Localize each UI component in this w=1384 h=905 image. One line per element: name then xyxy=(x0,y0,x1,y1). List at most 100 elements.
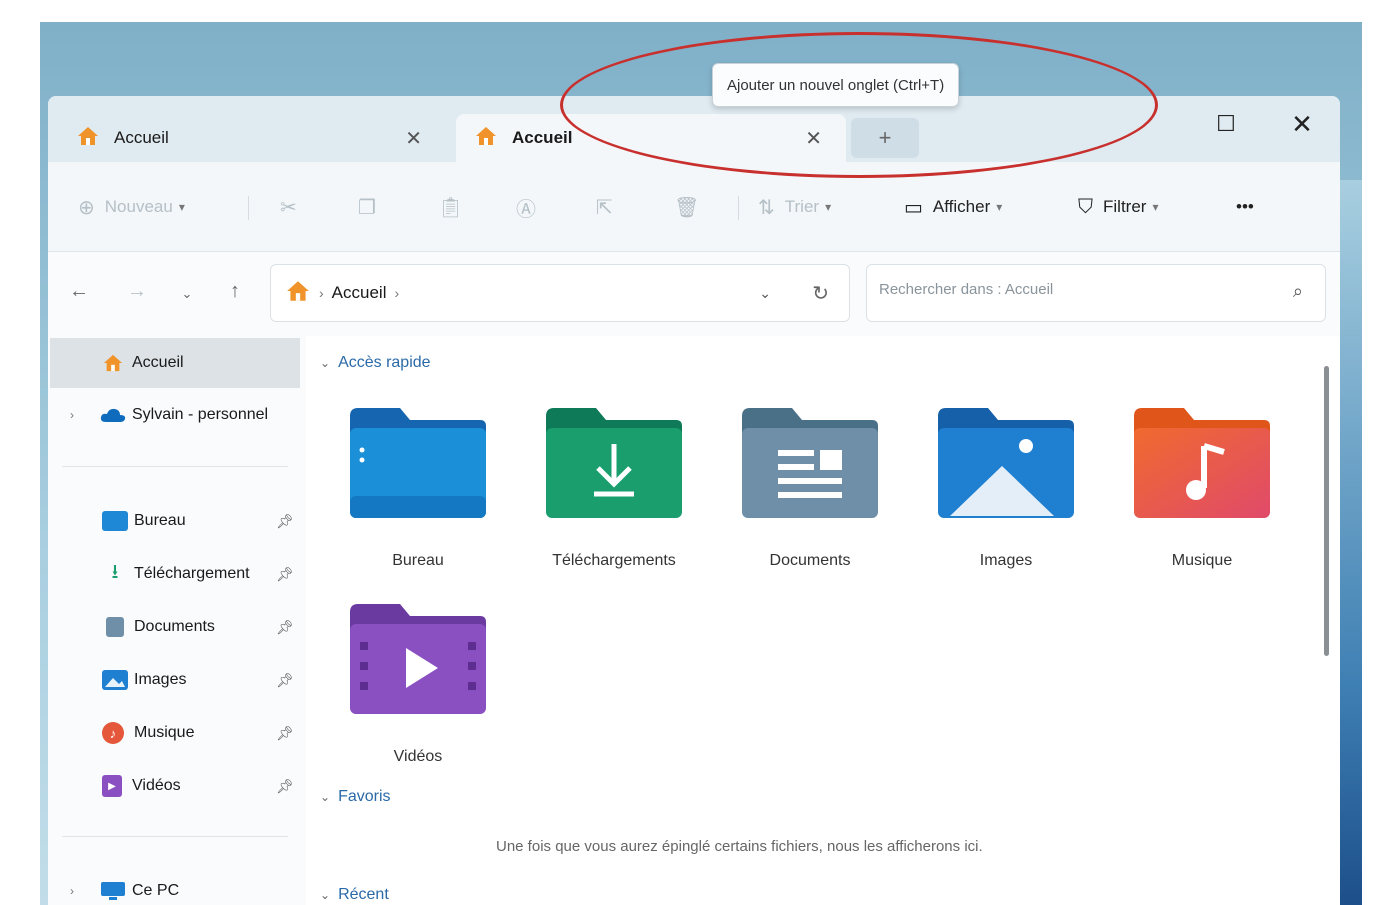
chevron-right-icon[interactable]: › xyxy=(70,408,74,422)
share-button[interactable]: ⇱ xyxy=(596,192,623,222)
folder-images[interactable]: Images xyxy=(916,406,1096,596)
chevron-down-icon: ▾ xyxy=(178,200,185,214)
sidebar-item-ce-pc[interactable]: › Ce PC xyxy=(52,866,302,905)
chevron-right-icon: › xyxy=(394,285,400,301)
sidebar-item-bureau[interactable]: Bureau 📌︎ xyxy=(52,496,302,546)
pin-icon[interactable]: 📌︎ xyxy=(276,619,294,636)
home-icon xyxy=(474,125,498,152)
home-icon xyxy=(100,353,126,373)
share-icon: ⇱ xyxy=(596,196,613,219)
recent-locations-button[interactable]: ⌄ xyxy=(172,286,202,302)
new-tab-button[interactable]: + xyxy=(851,118,919,158)
command-bar: ⊕ Nouveau ▾ ✂ ❐ 📋︎ Ⓐ ⇱ 🗑︎ ⇅ Trier ▾ ▭ Af… xyxy=(48,162,1340,252)
view-icon: ▭ xyxy=(904,196,923,219)
sort-button[interactable]: ⇅ Trier ▾ xyxy=(758,192,831,222)
onedrive-cloud-icon xyxy=(100,405,126,425)
sidebar-item-telechargement[interactable]: ⭳ Téléchargement 📌︎ xyxy=(52,549,302,599)
refresh-icon[interactable]: ↻ xyxy=(812,281,829,306)
pin-icon[interactable]: 📌︎ xyxy=(276,778,294,795)
quick-access-header[interactable]: ⌄ Accès rapide xyxy=(320,354,431,372)
sidebar-item-onedrive[interactable]: › Sylvain - personnel xyxy=(52,390,302,440)
paste-button[interactable]: 📋︎ xyxy=(438,192,473,222)
rename-button[interactable]: Ⓐ xyxy=(516,192,546,222)
address-bar[interactable]: › Accueil › ⌄ ↻ xyxy=(270,264,850,322)
videos-folder-icon xyxy=(350,604,486,714)
pin-icon[interactable]: 📌︎ xyxy=(276,566,294,583)
folder-bureau[interactable]: Bureau xyxy=(328,406,508,596)
navigation-pane: Accueil › Sylvain - personnel Bureau 📌︎ … xyxy=(48,336,306,905)
cut-button[interactable]: ✂ xyxy=(280,192,307,222)
sidebar-item-videos[interactable]: ▶ Vidéos 📌︎ xyxy=(52,761,302,811)
chevron-down-icon: ⌄ xyxy=(320,790,331,804)
folder-musique[interactable]: Musique xyxy=(1112,406,1292,596)
chevron-down-icon: ▾ xyxy=(996,200,1003,214)
forward-button[interactable]: → xyxy=(122,280,152,303)
sidebar-item-label: Sylvain - personnel xyxy=(132,406,269,423)
tab-accueil-2[interactable]: Accueil ✕ xyxy=(456,114,846,162)
up-button[interactable]: ↑ xyxy=(220,280,250,303)
home-icon xyxy=(76,125,100,152)
chevron-right-icon[interactable]: › xyxy=(70,884,74,898)
search-input[interactable] xyxy=(879,281,1259,298)
close-window-button[interactable]: ✕ xyxy=(1282,106,1322,142)
tab-accueil-1[interactable]: Accueil ✕ xyxy=(58,114,446,162)
pin-icon[interactable]: 📌︎ xyxy=(276,672,294,689)
address-dropdown-icon[interactable]: ⌄ xyxy=(759,285,771,302)
delete-button[interactable]: 🗑︎ xyxy=(674,192,709,222)
folder-label: Vidéos xyxy=(393,748,443,765)
rename-icon: Ⓐ xyxy=(516,198,536,221)
download-icon: ⭳ xyxy=(111,561,119,583)
folder-telechargements[interactable]: Téléchargements xyxy=(524,406,704,596)
more-options-button[interactable]: ••• xyxy=(1236,192,1254,222)
filter-button[interactable]: ⛉ Filtrer ▾ xyxy=(1078,192,1158,222)
maximize-button[interactable]: ☐ xyxy=(1206,106,1246,142)
desktop-wallpaper-edge xyxy=(1340,180,1362,905)
view-button[interactable]: ▭ Afficher ▾ xyxy=(904,192,1002,222)
music-folder-icon xyxy=(1134,408,1270,518)
content-area: Accueil › Sylvain - personnel Bureau 📌︎ … xyxy=(48,336,1340,905)
sidebar-item-documents[interactable]: Documents 📌︎ xyxy=(52,602,302,652)
chevron-down-icon: ⌄ xyxy=(320,356,331,370)
pin-icon[interactable]: 📌︎ xyxy=(276,725,294,742)
pin-icon[interactable]: 📌︎ xyxy=(276,513,294,530)
trash-icon: 🗑︎ xyxy=(674,196,700,219)
favorites-header[interactable]: ⌄ Favoris xyxy=(320,788,391,806)
folder-documents[interactable]: Documents xyxy=(720,406,900,596)
back-button[interactable]: ← xyxy=(64,280,94,303)
chevron-down-icon: ⌄ xyxy=(320,888,331,902)
sidebar-item-images[interactable]: Images 📌︎ xyxy=(52,655,302,705)
sort-label: Trier xyxy=(784,197,820,216)
sidebar-divider xyxy=(62,836,288,837)
scissors-icon: ✂ xyxy=(280,196,297,219)
sidebar-item-label: Documents xyxy=(134,618,215,635)
sidebar-item-label: Accueil xyxy=(132,354,184,371)
close-tab-icon[interactable]: ✕ xyxy=(405,126,422,151)
folder-videos[interactable]: Vidéos xyxy=(328,602,508,792)
sidebar-item-accueil[interactable]: Accueil xyxy=(50,338,300,388)
close-tab-icon[interactable]: ✕ xyxy=(805,126,822,151)
search-box[interactable]: ⌕ xyxy=(866,264,1326,322)
section-label: Récent xyxy=(338,886,389,903)
pictures-folder-icon xyxy=(938,408,1074,518)
recent-header[interactable]: ⌄ Récent xyxy=(320,886,389,904)
documents-folder-icon xyxy=(742,408,878,518)
pictures-icon xyxy=(102,670,128,690)
sidebar-item-label: Téléchargement xyxy=(134,565,250,582)
copy-button[interactable]: ❐ xyxy=(358,192,386,222)
new-label: Nouveau xyxy=(104,197,173,216)
sidebar-item-label: Bureau xyxy=(134,512,186,529)
folder-label: Musique xyxy=(1171,552,1233,569)
sidebar-item-label: Ce PC xyxy=(132,882,180,899)
file-explorer-window: Accueil ✕ Accueil ✕ + ☐ ✕ ⊕ Nouveau ▾ ✂ … xyxy=(48,96,1340,905)
breadcrumb[interactable]: Accueil xyxy=(332,283,387,303)
new-button[interactable]: ⊕ Nouveau ▾ xyxy=(78,192,185,222)
scrollbar-thumb[interactable] xyxy=(1324,366,1329,656)
sidebar-item-musique[interactable]: ♪ Musique 📌︎ xyxy=(52,708,302,758)
separator xyxy=(248,196,249,220)
desktop-folder-icon xyxy=(102,511,128,531)
folder-label: Téléchargements xyxy=(552,552,676,569)
desktop-folder-icon xyxy=(350,408,486,518)
vertical-scrollbar[interactable] xyxy=(1322,346,1332,905)
this-pc-icon xyxy=(100,881,126,901)
sidebar-item-label: Musique xyxy=(134,724,195,741)
